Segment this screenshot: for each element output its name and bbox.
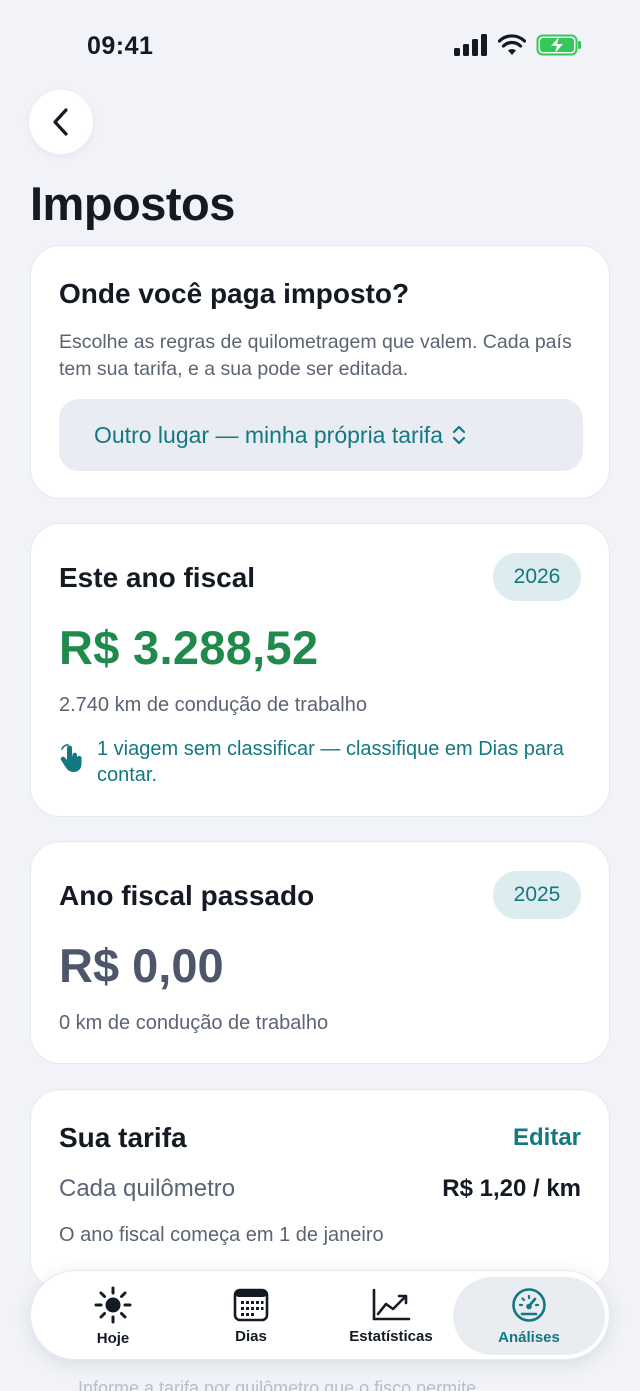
battery-charging-icon (536, 34, 581, 56)
page-title: Impostos (30, 177, 235, 230)
edit-rate-button[interactable]: Editar (513, 1124, 581, 1152)
this-year-amount: R$ 3.288,52 (59, 621, 319, 674)
year-badge: 2026 (493, 553, 581, 601)
tab-label: Hoje (96, 1329, 130, 1347)
last-year-amount: R$ 0,00 (59, 939, 224, 992)
chevron-up-down-icon (452, 425, 466, 445)
unclassified-trip-text: 1 viagem sem classificar — classifique e… (97, 738, 564, 786)
sun-icon (94, 1286, 132, 1323)
status-time: 09:41 (87, 32, 154, 60)
tab-label: Estatísticas (349, 1327, 433, 1345)
last-year-km: 0 km de condução de trabalho (59, 1012, 329, 1034)
status-icons (454, 34, 582, 56)
tab-hoje[interactable]: Hoje (43, 1277, 183, 1355)
tab-label: Dias (235, 1327, 267, 1345)
this-fiscal-year-title: Este ano fiscal (59, 562, 256, 593)
hand-tap-icon (57, 736, 87, 788)
cellular-signal-icon (454, 34, 487, 56)
calendar-icon (233, 1288, 269, 1321)
wifi-icon (498, 34, 526, 55)
tab-estatisticas[interactable]: Estatísticas (321, 1277, 461, 1355)
rate-value: R$ 1,20 / km (442, 1175, 581, 1202)
tab-analises[interactable]: Análises (453, 1277, 605, 1355)
chart-line-icon (372, 1288, 411, 1320)
rate-label: Cada quilômetro (59, 1175, 236, 1202)
this-fiscal-year-card: Este ano fiscal 2026 R$ 3.288,52 2.740 k… (30, 523, 610, 817)
tab-label: Análises (498, 1328, 560, 1346)
tab-bar: Hoje Dias Estatísticas Análises (30, 1270, 610, 1360)
rate-title: Sua tarifa (59, 1122, 187, 1153)
rate-card: Sua tarifa Editar Cada quilômetro R$ 1,2… (30, 1089, 610, 1289)
tax-location-title: Onde você paga imposto? (59, 278, 410, 309)
tax-location-selected: Outro lugar — minha própria tarifa (94, 421, 443, 448)
year-badge: 2025 (493, 871, 581, 919)
status-bar: 09:41 (0, 0, 640, 90)
chevron-left-icon (53, 108, 68, 136)
last-fiscal-year-card: Ano fiscal passado 2025 R$ 0,00 0 km de … (30, 841, 610, 1064)
rate-footnote: Informe a tarifa por quilômetro que o fi… (78, 1378, 477, 1391)
tax-location-description: Escolhe as regras de quilometragem que v… (59, 331, 572, 380)
unclassified-trip-hint[interactable]: 1 viagem sem classificar — classifique e… (57, 736, 587, 788)
fiscal-start-note: O ano fiscal começa em 1 de janeiro (59, 1224, 384, 1246)
tax-location-card: Onde você paga imposto? Escolhe as regra… (30, 245, 610, 499)
tab-dias[interactable]: Dias (181, 1277, 321, 1355)
back-button[interactable] (29, 90, 93, 154)
last-fiscal-year-title: Ano fiscal passado (59, 880, 315, 911)
this-year-km: 2.740 km de condução de trabalho (59, 694, 367, 716)
gauge-icon (512, 1287, 546, 1322)
tax-location-picker[interactable]: Outro lugar — minha própria tarifa (59, 399, 583, 471)
